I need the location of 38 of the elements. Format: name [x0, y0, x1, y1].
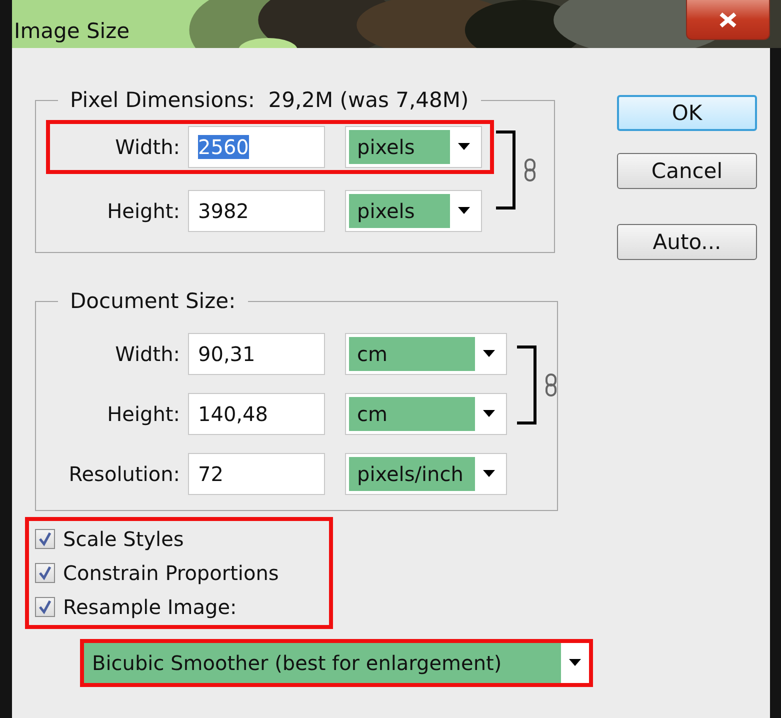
caret-icon: [483, 350, 495, 358]
caret-icon: [483, 410, 495, 418]
checkbox-option[interactable]: Resample Image:: [35, 595, 329, 619]
close-button[interactable]: [686, 0, 770, 40]
field-label: Width:: [114, 135, 180, 159]
unit-dropdown[interactable]: cm: [345, 333, 507, 375]
field-label: Height:: [106, 199, 180, 223]
text-field[interactable]: 140,48: [188, 393, 325, 435]
close-icon: [718, 12, 738, 28]
field-label: Resolution:: [68, 462, 180, 486]
dialog-button[interactable]: OK: [617, 95, 757, 131]
checkbox[interactable]: [35, 563, 55, 583]
group-label: Document Size:: [69, 289, 237, 313]
resample-dropdown[interactable]: Bicubic Smoother (best for enlargement): [84, 643, 589, 683]
text-field[interactable]: 72: [188, 453, 325, 495]
checkbox-option[interactable]: Scale Styles: [35, 527, 329, 551]
field-label: Width:: [114, 342, 180, 366]
caret-icon: [458, 143, 470, 151]
caret-icon: [569, 659, 581, 667]
checkbox[interactable]: [35, 597, 55, 617]
checkbox-option[interactable]: Constrain Proportions: [35, 561, 329, 585]
group-label: Pixel Dimensions: 29,2M (was 7,48M): [69, 88, 470, 112]
unit-dropdown[interactable]: cm: [345, 393, 507, 435]
text-field[interactable]: 2560: [188, 126, 325, 168]
text-field[interactable]: 90,31: [188, 333, 325, 375]
dialog-button[interactable]: Cancel: [617, 153, 757, 189]
caret-icon: [483, 470, 495, 478]
unit-dropdown[interactable]: pixels: [345, 126, 482, 168]
checkbox[interactable]: [35, 529, 55, 549]
window-title: Image Size: [14, 19, 130, 43]
text-field[interactable]: 3982: [188, 190, 325, 232]
caret-icon: [458, 207, 470, 215]
field-label: Height:: [106, 402, 180, 426]
chain-link-icon: [545, 373, 557, 397]
unit-dropdown[interactable]: pixels/inch: [345, 453, 507, 495]
chain-link-icon: [524, 158, 536, 182]
dialog-button[interactable]: Auto...: [617, 224, 757, 260]
unit-dropdown[interactable]: pixels: [345, 190, 482, 232]
